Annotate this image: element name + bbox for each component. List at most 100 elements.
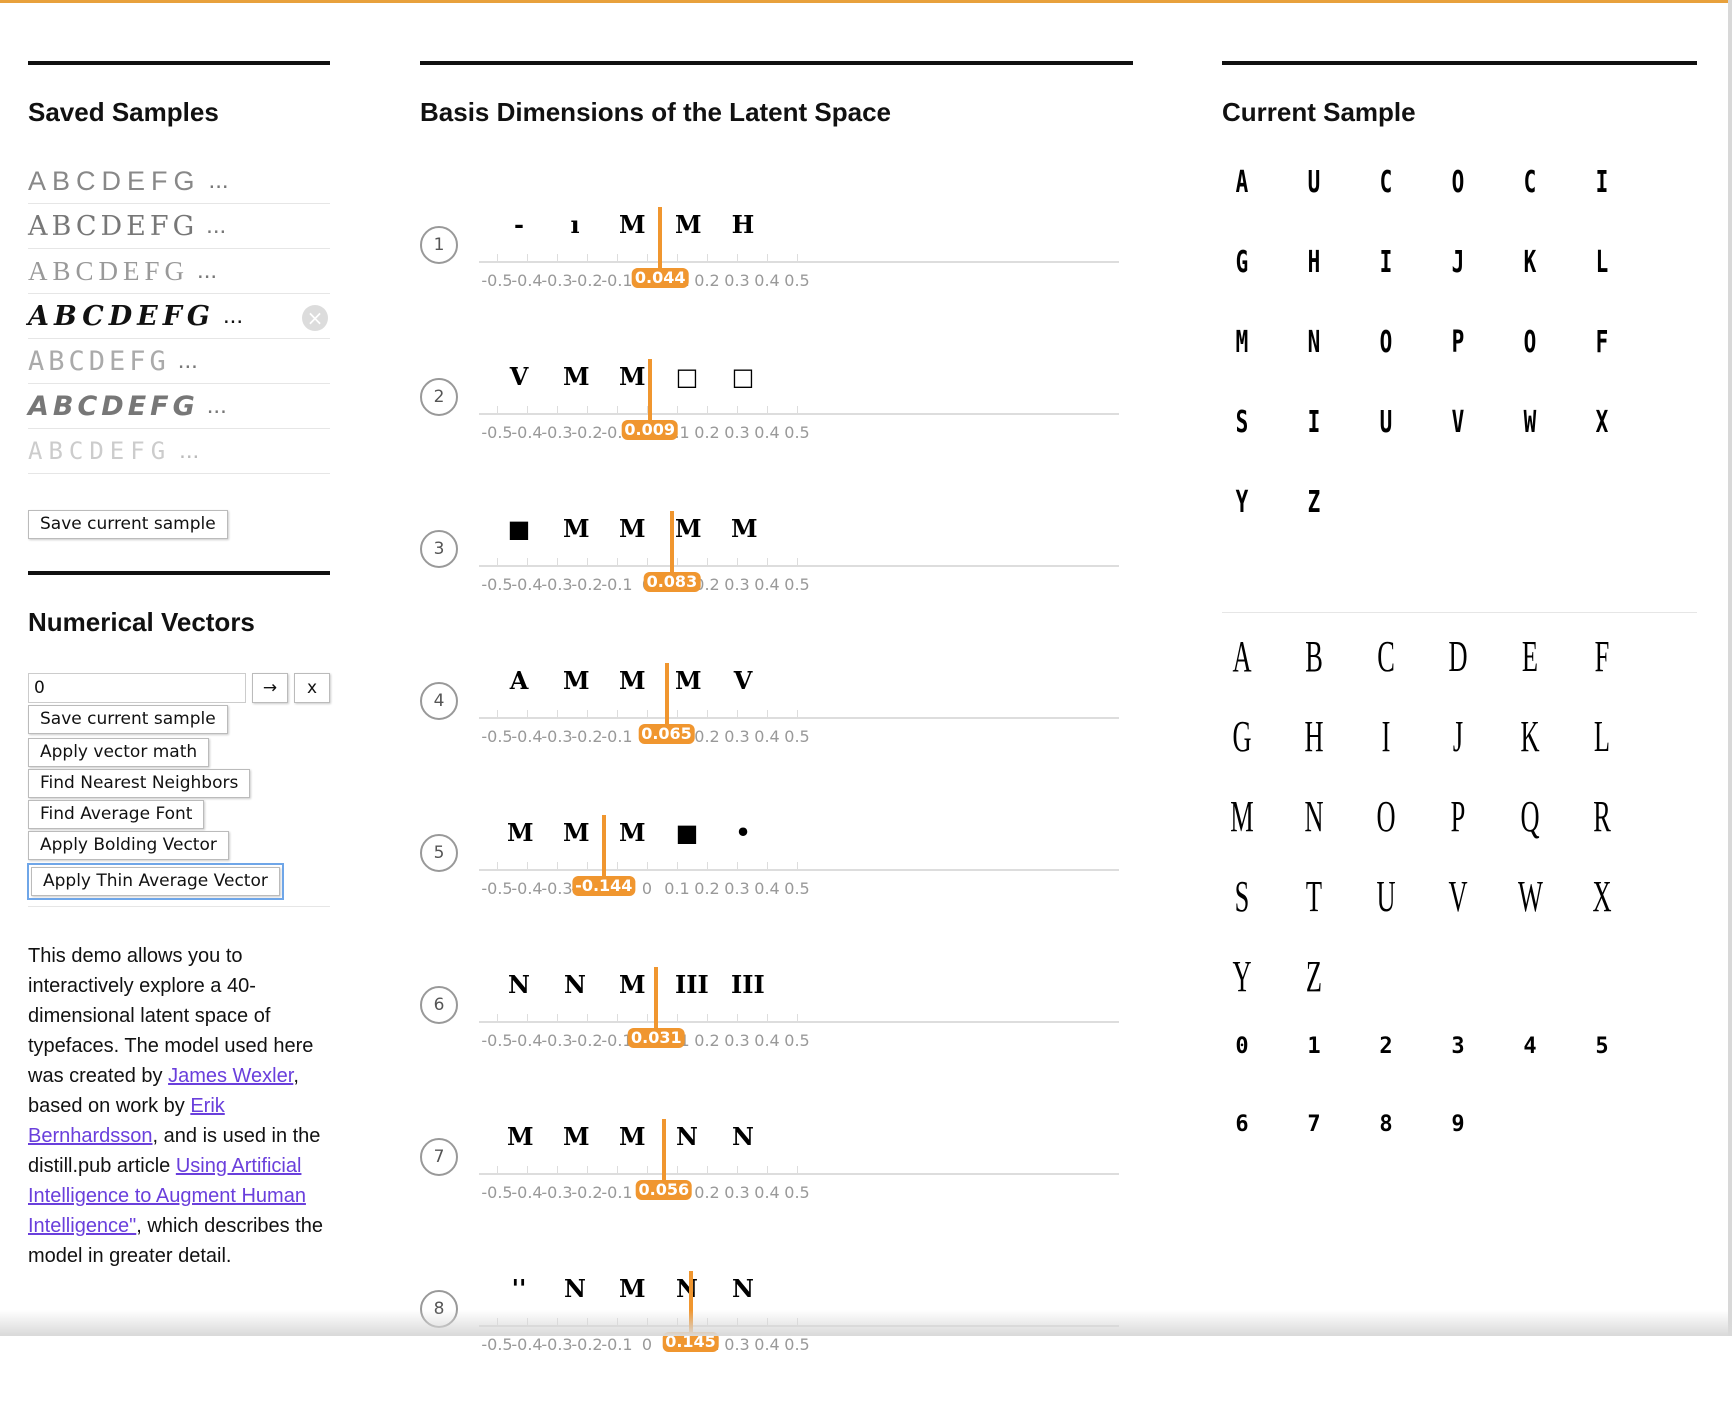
sample-glyph: I <box>1307 405 1321 440</box>
glyph-preview[interactable]: M <box>731 515 758 543</box>
axis-tick <box>617 710 618 718</box>
glyph-preview[interactable]: V <box>731 667 755 695</box>
axis-tick <box>767 406 768 414</box>
tick-label: -0.4 <box>511 1031 543 1050</box>
glyph-preview[interactable]: N <box>675 1275 699 1303</box>
sample-glyph: 3 <box>1451 1034 1465 1059</box>
glyph-preview[interactable]: N <box>563 1275 587 1303</box>
glyph-preview[interactable]: M <box>563 1123 590 1151</box>
slider-handle[interactable] <box>661 1119 666 1189</box>
glyph-preview[interactable]: M <box>619 667 646 695</box>
sample-glyph: V <box>1448 872 1468 921</box>
remove-sample-icon[interactable]: × <box>302 305 328 331</box>
save-current-sample-button[interactable]: Save current sample <box>28 510 228 539</box>
slider-handle[interactable] <box>601 815 606 885</box>
glyph-preview[interactable]: ı <box>563 211 587 239</box>
tick-label: 0 <box>641 879 653 898</box>
glyph-preview[interactable]: H <box>731 211 755 239</box>
glyph-preview[interactable]: N <box>731 1123 755 1151</box>
axis-tick <box>497 558 498 566</box>
glyph-preview[interactable]: M <box>675 667 702 695</box>
tick-label: -0.4 <box>511 1183 543 1202</box>
apply-thin-average-vector-button[interactable]: Apply Thin Average Vector <box>27 863 284 900</box>
glyph-preview[interactable]: M <box>619 819 646 847</box>
glyph-preview[interactable]: M <box>619 363 646 391</box>
glyph-preview[interactable]: M <box>619 515 646 543</box>
axis-tick <box>797 1014 798 1022</box>
tick-label: -0.1 <box>601 271 633 290</box>
tick-label: 0.5 <box>784 1031 810 1050</box>
glyph-preview[interactable]: III <box>731 971 765 999</box>
tick-label: -0.4 <box>511 575 543 594</box>
glyph-preview[interactable]: M <box>619 1275 646 1303</box>
clear-button[interactable]: x <box>294 673 330 703</box>
glyph-preview[interactable]: M <box>563 515 590 543</box>
saved-sample-item[interactable]: ABCDEFG... × <box>28 294 330 339</box>
glyph-preview[interactable]: M <box>619 211 646 239</box>
glyph-preview[interactable]: - <box>507 211 531 239</box>
save-current-sample-button-2[interactable]: Save current sample <box>28 705 228 734</box>
slider-handle[interactable] <box>647 359 652 429</box>
axis-tick <box>557 1014 558 1022</box>
dimension-slider[interactable]: ''NMNN-0.5-0.4-0.3-0.2-0.100.10.20.30.40… <box>479 1271 1119 1401</box>
glyph-preview[interactable]: M <box>619 1123 646 1151</box>
glyph-preview[interactable]: '' <box>507 1275 531 1303</box>
glyph-preview[interactable]: □ <box>731 363 755 391</box>
axis-tick <box>707 406 708 414</box>
dimension-slider[interactable]: VMM□□-0.5-0.4-0.3-0.2-0.100.10.20.30.40.… <box>479 359 1119 489</box>
glyph-preview[interactable]: N <box>507 971 531 999</box>
saved-sample-item[interactable]: ABCDEFG... <box>28 384 330 429</box>
find-average-font-button[interactable]: Find Average Font <box>28 800 205 829</box>
tick-label: -0.1 <box>601 727 633 746</box>
glyph-preview[interactable]: M <box>675 515 702 543</box>
glyph-preview[interactable]: M <box>563 667 590 695</box>
dimension-slider[interactable]: MMMNN-0.5-0.4-0.3-0.2-0.100.10.20.30.40.… <box>479 1119 1119 1249</box>
slider-handle[interactable] <box>669 511 674 581</box>
slider-handle[interactable] <box>658 207 663 277</box>
find-nearest-neighbors-button[interactable]: Find Nearest Neighbors <box>28 769 251 798</box>
glyph-preview[interactable]: M <box>675 211 702 239</box>
glyph-preview[interactable]: M <box>563 819 590 847</box>
saved-sample-item[interactable]: ABCDEFG... <box>28 339 330 384</box>
slider-value-label: 0.044 <box>631 268 689 288</box>
dimension-slider[interactable]: MMM■•-0.5-0.4-0.3-0.2-0.100.10.20.30.40.… <box>479 815 1119 945</box>
glyph-preview[interactable]: N <box>675 1123 699 1151</box>
sample-glyph: K <box>1523 245 1537 280</box>
slider-track <box>479 565 1119 567</box>
glyph-preview[interactable]: ■ <box>675 819 699 847</box>
dimension-slider[interactable]: -ıMMH-0.5-0.4-0.3-0.2-0.100.10.20.30.40.… <box>479 207 1119 337</box>
slider-handle[interactable] <box>654 967 659 1037</box>
window-edge <box>1728 0 1732 1336</box>
glyph-preview[interactable]: N <box>563 971 587 999</box>
slider-value-label: 0.031 <box>627 1028 685 1048</box>
glyph-preview[interactable]: M <box>507 1123 534 1151</box>
glyph-preview[interactable]: M <box>619 971 646 999</box>
apply-vector-math-button[interactable]: Apply vector math <box>28 738 210 767</box>
saved-sample-item[interactable]: ABCDEFG... <box>28 429 330 474</box>
glyph-preview[interactable]: M <box>507 819 534 847</box>
glyph-preview[interactable]: M <box>563 363 590 391</box>
arrow-right-icon[interactable]: → <box>252 673 288 703</box>
glyph-preview[interactable]: A <box>507 667 531 695</box>
axis-tick <box>497 1166 498 1174</box>
james-wexler-link[interactable]: James Wexler <box>168 1065 293 1087</box>
glyph-preview[interactable]: □ <box>675 363 699 391</box>
saved-sample-item[interactable]: ABCDEFG... <box>28 204 330 249</box>
glyph-preview[interactable]: III <box>675 971 709 999</box>
dimension-slider[interactable]: ■MMMM-0.5-0.4-0.3-0.2-0.100.10.20.30.40.… <box>479 511 1119 641</box>
axis-tick <box>557 406 558 414</box>
dimension-slider[interactable]: AMMMV-0.5-0.4-0.3-0.2-0.100.10.20.30.40.… <box>479 663 1119 793</box>
saved-sample-item[interactable]: ABCDEFG... <box>28 249 330 294</box>
dimension-slider[interactable]: NNMIIIIII-0.5-0.4-0.3-0.2-0.100.10.20.30… <box>479 967 1119 1097</box>
glyph-preview[interactable]: N <box>731 1275 755 1303</box>
saved-sample-item[interactable]: ABCDEFG... <box>28 159 330 204</box>
glyph-preview[interactable]: ■ <box>507 515 531 543</box>
slider-handle[interactable] <box>664 663 669 733</box>
vector-input[interactable]: 0 <box>28 673 246 703</box>
glyph-preview[interactable]: V <box>507 363 531 391</box>
apply-bolding-vector-button[interactable]: Apply Bolding Vector <box>28 831 229 860</box>
axis-tick <box>737 406 738 414</box>
tick-label: 0 <box>641 1335 653 1354</box>
glyph-preview[interactable]: • <box>731 819 755 847</box>
sample-preview: ABCDEFG <box>28 165 201 196</box>
